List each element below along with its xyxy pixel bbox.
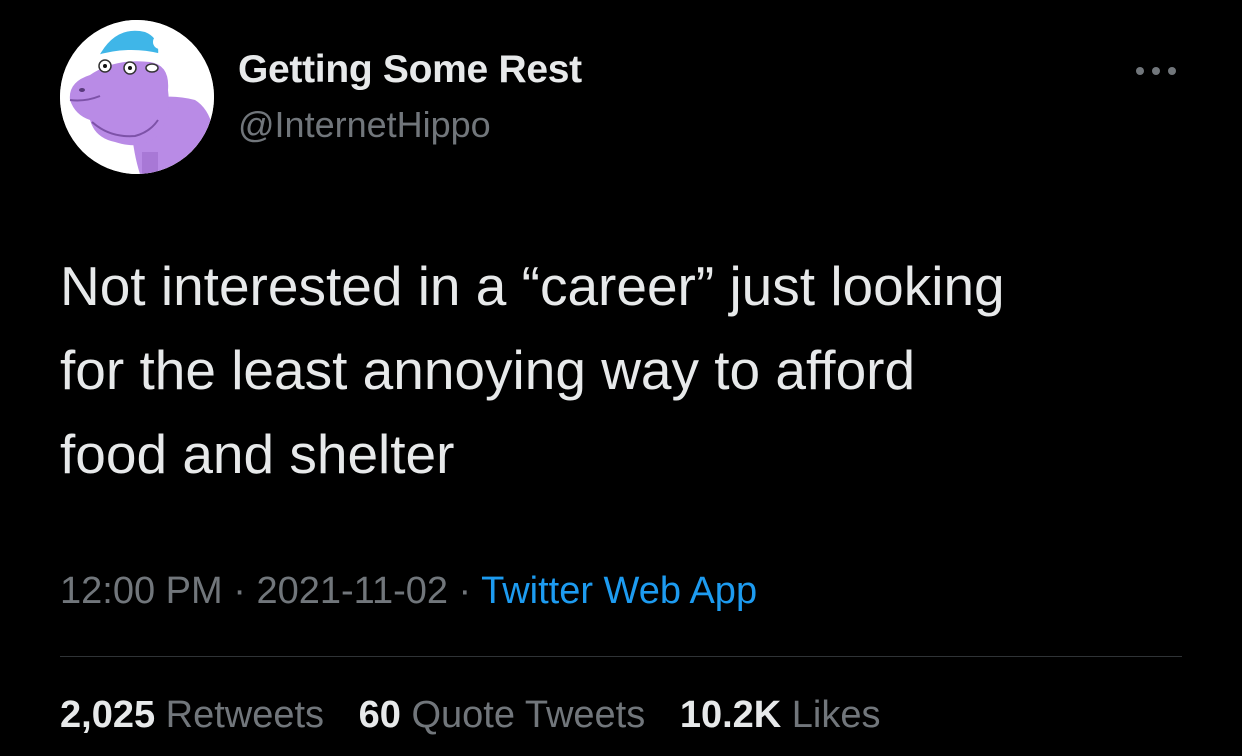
quote-tweets-count: 60	[358, 694, 401, 736]
meta-separator: ·	[222, 570, 257, 612]
tweet-time[interactable]: 12:00 PM	[60, 570, 223, 612]
quote-tweets-stat[interactable]: 60 Quote Tweets	[359, 694, 646, 736]
tweet-metadata: 12:00 PM · 2021-11-02 · Twitter Web App	[60, 570, 757, 613]
likes-label: Likes	[791, 694, 881, 736]
likes-stat[interactable]: 10.2K Likes	[680, 694, 881, 736]
more-options-button[interactable]	[1128, 58, 1184, 84]
tweet-date[interactable]: 2021-11-02	[256, 570, 448, 612]
retweets-label: Retweets	[165, 694, 325, 736]
tweet-source-link[interactable]: Twitter Web App	[481, 570, 757, 612]
quote-tweets-label: Quote Tweets	[411, 694, 646, 736]
meta-separator: ·	[448, 570, 482, 612]
tweet-text: Not interested in a “career” just lookin…	[60, 255, 1005, 485]
likes-count: 10.2K	[679, 694, 782, 736]
tweet-stats: 2,025 Retweets 60 Quote Tweets 10.2K Lik…	[60, 694, 905, 737]
more-options-icon	[1136, 67, 1176, 75]
hippo-with-sleep-cap-icon	[60, 20, 214, 174]
author-display-name[interactable]: Getting Some Rest	[238, 48, 582, 92]
tweet-card: Getting Some Rest @InternetHippo Not int…	[0, 0, 1242, 756]
author-handle[interactable]: @InternetHippo	[238, 104, 491, 146]
divider	[60, 656, 1182, 657]
retweets-stat[interactable]: 2,025 Retweets	[60, 694, 324, 736]
retweets-count: 2,025	[60, 694, 156, 736]
avatar[interactable]	[60, 20, 214, 174]
